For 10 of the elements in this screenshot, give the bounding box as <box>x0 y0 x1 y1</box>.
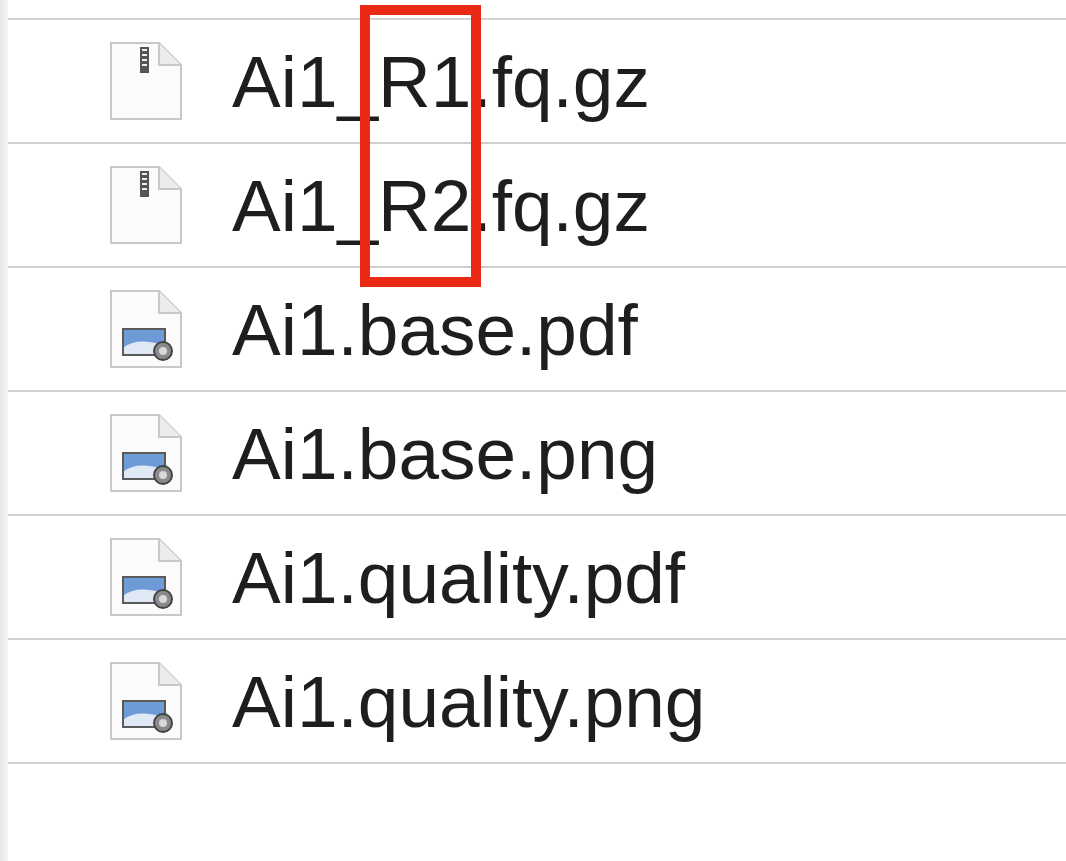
file-name[interactable]: Ai1.base.pdf <box>232 287 638 371</box>
zip-file-icon <box>107 41 185 121</box>
image-file-icon <box>107 661 185 741</box>
image-file-icon <box>107 413 185 493</box>
file-name[interactable]: Ai1.quality.pdf <box>232 535 686 619</box>
zip-file-icon <box>107 165 185 245</box>
file-name[interactable]: Ai1.quality.png <box>232 659 706 743</box>
file-name[interactable]: Ai1.base.png <box>232 411 659 495</box>
image-file-icon <box>107 289 185 369</box>
image-file-icon <box>107 537 185 617</box>
